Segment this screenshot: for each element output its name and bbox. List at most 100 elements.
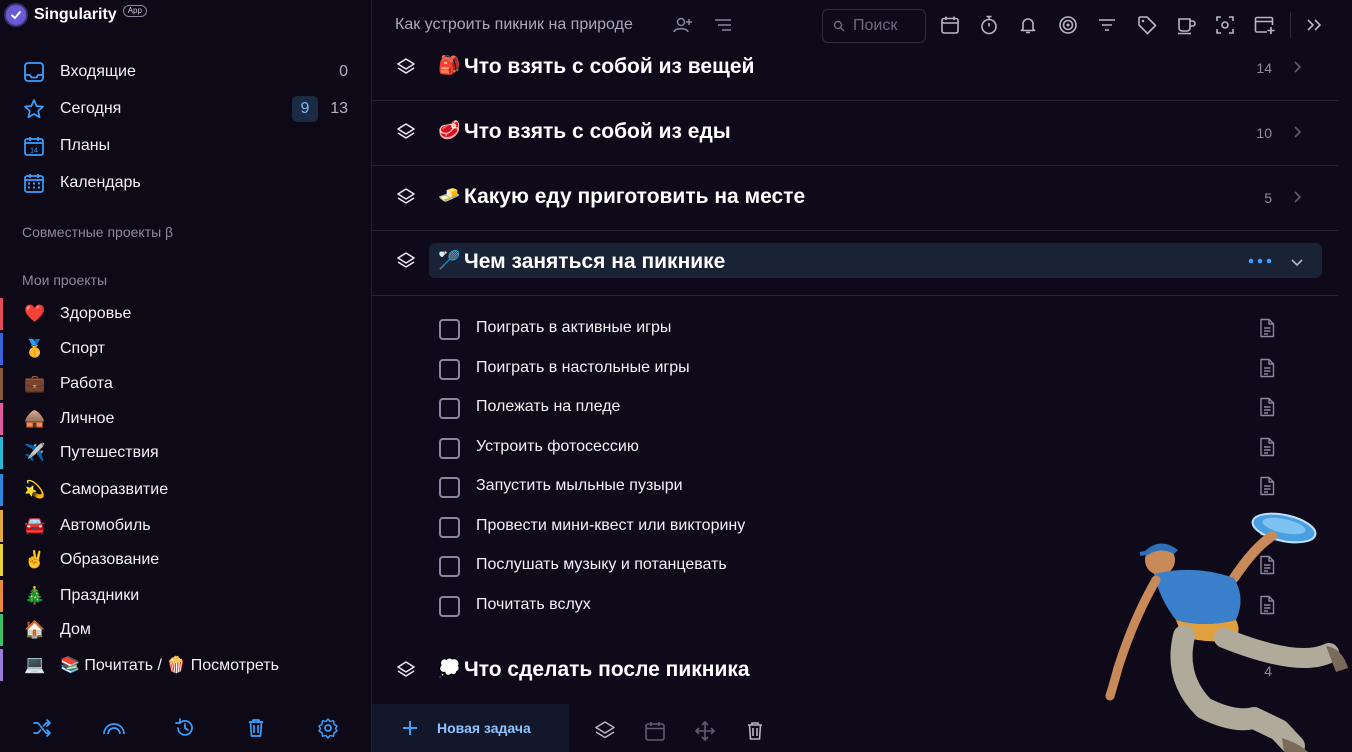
project-item[interactable]: 🥇 Спорт xyxy=(0,333,360,365)
layers-icon[interactable] xyxy=(396,122,416,142)
collapse-panel-icon[interactable] xyxy=(1303,14,1325,36)
group-emoji: 🏸 xyxy=(438,250,461,270)
more-options-icon[interactable] xyxy=(1248,258,1272,264)
group-emoji: 💭 xyxy=(438,658,461,678)
shuffle-icon[interactable] xyxy=(30,716,54,740)
task-row[interactable]: Устроить фотосессию xyxy=(372,428,1292,468)
project-color-bar xyxy=(0,403,3,435)
project-item[interactable]: 🎄 Праздники xyxy=(0,580,360,612)
new-task-label: Новая задача xyxy=(437,720,531,736)
task-title[interactable]: Послушать музыку и потанцевать xyxy=(476,556,727,574)
nav-inbox[interactable]: Входящие 0 xyxy=(22,57,352,87)
task-row[interactable]: Запустить мыльные пузыри xyxy=(372,467,1292,507)
note-icon[interactable] xyxy=(1258,358,1276,378)
filter-icon[interactable] xyxy=(1096,14,1118,36)
chevron-right-icon[interactable] xyxy=(1290,125,1304,139)
nav-plans[interactable]: 14 Планы xyxy=(22,131,352,161)
task-title[interactable]: Устроить фотосессию xyxy=(476,438,639,456)
note-icon[interactable] xyxy=(1258,397,1276,417)
nav-calendar[interactable]: Календарь xyxy=(22,168,352,198)
task-title[interactable]: Провести мини-квест или викторину xyxy=(476,517,745,535)
project-color-bar xyxy=(0,580,3,612)
task-group[interactable]: 🎒 Что взять с собой из вещей 14 xyxy=(372,35,1338,101)
project-item[interactable]: 🏠 Дом xyxy=(0,614,360,646)
brand[interactable]: Singularity App xyxy=(6,5,147,25)
layers-icon[interactable] xyxy=(594,720,616,742)
task-checkbox[interactable] xyxy=(439,437,460,459)
today-badge: 9 xyxy=(292,96,318,122)
app-name: Singularity xyxy=(34,6,117,23)
bell-icon[interactable] xyxy=(1017,14,1039,36)
task-checkbox[interactable] xyxy=(439,556,460,577)
note-icon[interactable] xyxy=(1258,437,1276,457)
search-placeholder: Поиск xyxy=(853,17,898,34)
task-row[interactable]: Поиграть в активные игры xyxy=(372,309,1292,349)
task-title[interactable]: Поиграть в настольные игры xyxy=(476,359,690,377)
history-icon[interactable] xyxy=(173,716,197,740)
project-item[interactable]: 💻 📚 Почитать / 🍿 Посмотреть xyxy=(0,649,360,681)
project-item[interactable]: ❤️ Здоровье xyxy=(0,298,360,330)
project-item[interactable]: 🚘 Автомобиль xyxy=(0,510,360,542)
focus-icon[interactable] xyxy=(1214,14,1236,36)
task-title[interactable]: Поиграть в активные игры xyxy=(476,319,671,337)
rainbow-icon[interactable] xyxy=(102,716,126,740)
breadcrumb[interactable]: Как устроить пикник на природе xyxy=(395,16,633,34)
project-item[interactable]: ✈️ Путешествия xyxy=(0,437,360,469)
project-label: 📚 Почитать / 🍿 Посмотреть xyxy=(60,657,279,674)
tag-icon[interactable] xyxy=(1136,14,1158,36)
sort-icon[interactable] xyxy=(712,14,734,36)
project-emoji: 🚘 xyxy=(24,516,46,535)
project-emoji: 💫 xyxy=(24,480,46,499)
task-group[interactable]: 🧈 Какую еду приготовить на месте 5 xyxy=(372,165,1338,231)
note-icon[interactable] xyxy=(1258,476,1276,496)
task-checkbox[interactable] xyxy=(439,319,460,340)
move-icon[interactable] xyxy=(694,720,716,742)
my-projects-title[interactable]: Мои проекты xyxy=(22,272,107,288)
task-title[interactable]: Полежать на пледе xyxy=(476,398,620,416)
add-window-icon[interactable] xyxy=(1254,14,1276,36)
project-item[interactable]: ✌️ Образование xyxy=(0,544,360,576)
project-emoji: 💻 xyxy=(24,655,46,674)
project-item[interactable]: 💫 Саморазвитие xyxy=(0,474,360,506)
chevron-right-icon[interactable] xyxy=(1290,60,1304,74)
project-label: Автомобиль xyxy=(60,517,151,534)
project-color-bar xyxy=(0,333,3,365)
task-checkbox[interactable] xyxy=(439,516,460,538)
project-item[interactable]: 💼 Работа xyxy=(0,368,360,400)
group-emoji: 🎒 xyxy=(438,55,461,75)
project-emoji: ✌️ xyxy=(24,550,46,569)
nav-today[interactable]: Сегодня 9 13 xyxy=(22,94,352,124)
task-checkbox[interactable] xyxy=(439,358,460,380)
shared-projects-title[interactable]: Совместные проекты β xyxy=(22,224,173,240)
calendar-icon[interactable] xyxy=(644,720,666,742)
chevron-down-icon[interactable] xyxy=(1290,255,1304,269)
target-icon[interactable] xyxy=(1057,14,1079,36)
new-task-button[interactable]: Новая задача xyxy=(372,704,569,752)
task-row[interactable]: Полежать на пледе xyxy=(372,388,1292,428)
calendar-icon[interactable] xyxy=(939,14,961,36)
trash-icon[interactable] xyxy=(744,720,766,742)
cup-icon[interactable] xyxy=(1175,14,1197,36)
task-group-expanded[interactable]: 🏸 Чем заняться на пикнике xyxy=(372,230,1338,296)
project-label: Личное xyxy=(60,410,115,427)
note-icon[interactable] xyxy=(1258,318,1276,338)
layers-icon[interactable] xyxy=(396,251,416,271)
timer-icon[interactable] xyxy=(978,14,1000,36)
add-member-icon[interactable] xyxy=(672,14,694,36)
layers-icon[interactable] xyxy=(396,57,416,77)
chevron-right-icon[interactable] xyxy=(1290,190,1304,204)
task-group[interactable]: 🥩 Что взять с собой из еды 10 xyxy=(372,100,1338,166)
trash-icon[interactable] xyxy=(244,716,268,740)
task-row[interactable]: Поиграть в настольные игры xyxy=(372,349,1292,389)
settings-icon[interactable] xyxy=(316,716,340,740)
task-checkbox[interactable] xyxy=(439,595,460,617)
task-title[interactable]: Запустить мыльные пузыри xyxy=(476,477,683,495)
project-emoji: 🎄 xyxy=(24,586,46,605)
layers-icon[interactable] xyxy=(396,660,416,680)
task-checkbox[interactable] xyxy=(439,477,460,498)
project-item[interactable]: 🛖 Личное xyxy=(0,403,360,435)
group-emoji: 🧈 xyxy=(438,185,461,205)
layers-icon[interactable] xyxy=(396,187,416,207)
task-checkbox[interactable] xyxy=(439,398,460,419)
task-title[interactable]: Почитать вслух xyxy=(476,596,591,614)
